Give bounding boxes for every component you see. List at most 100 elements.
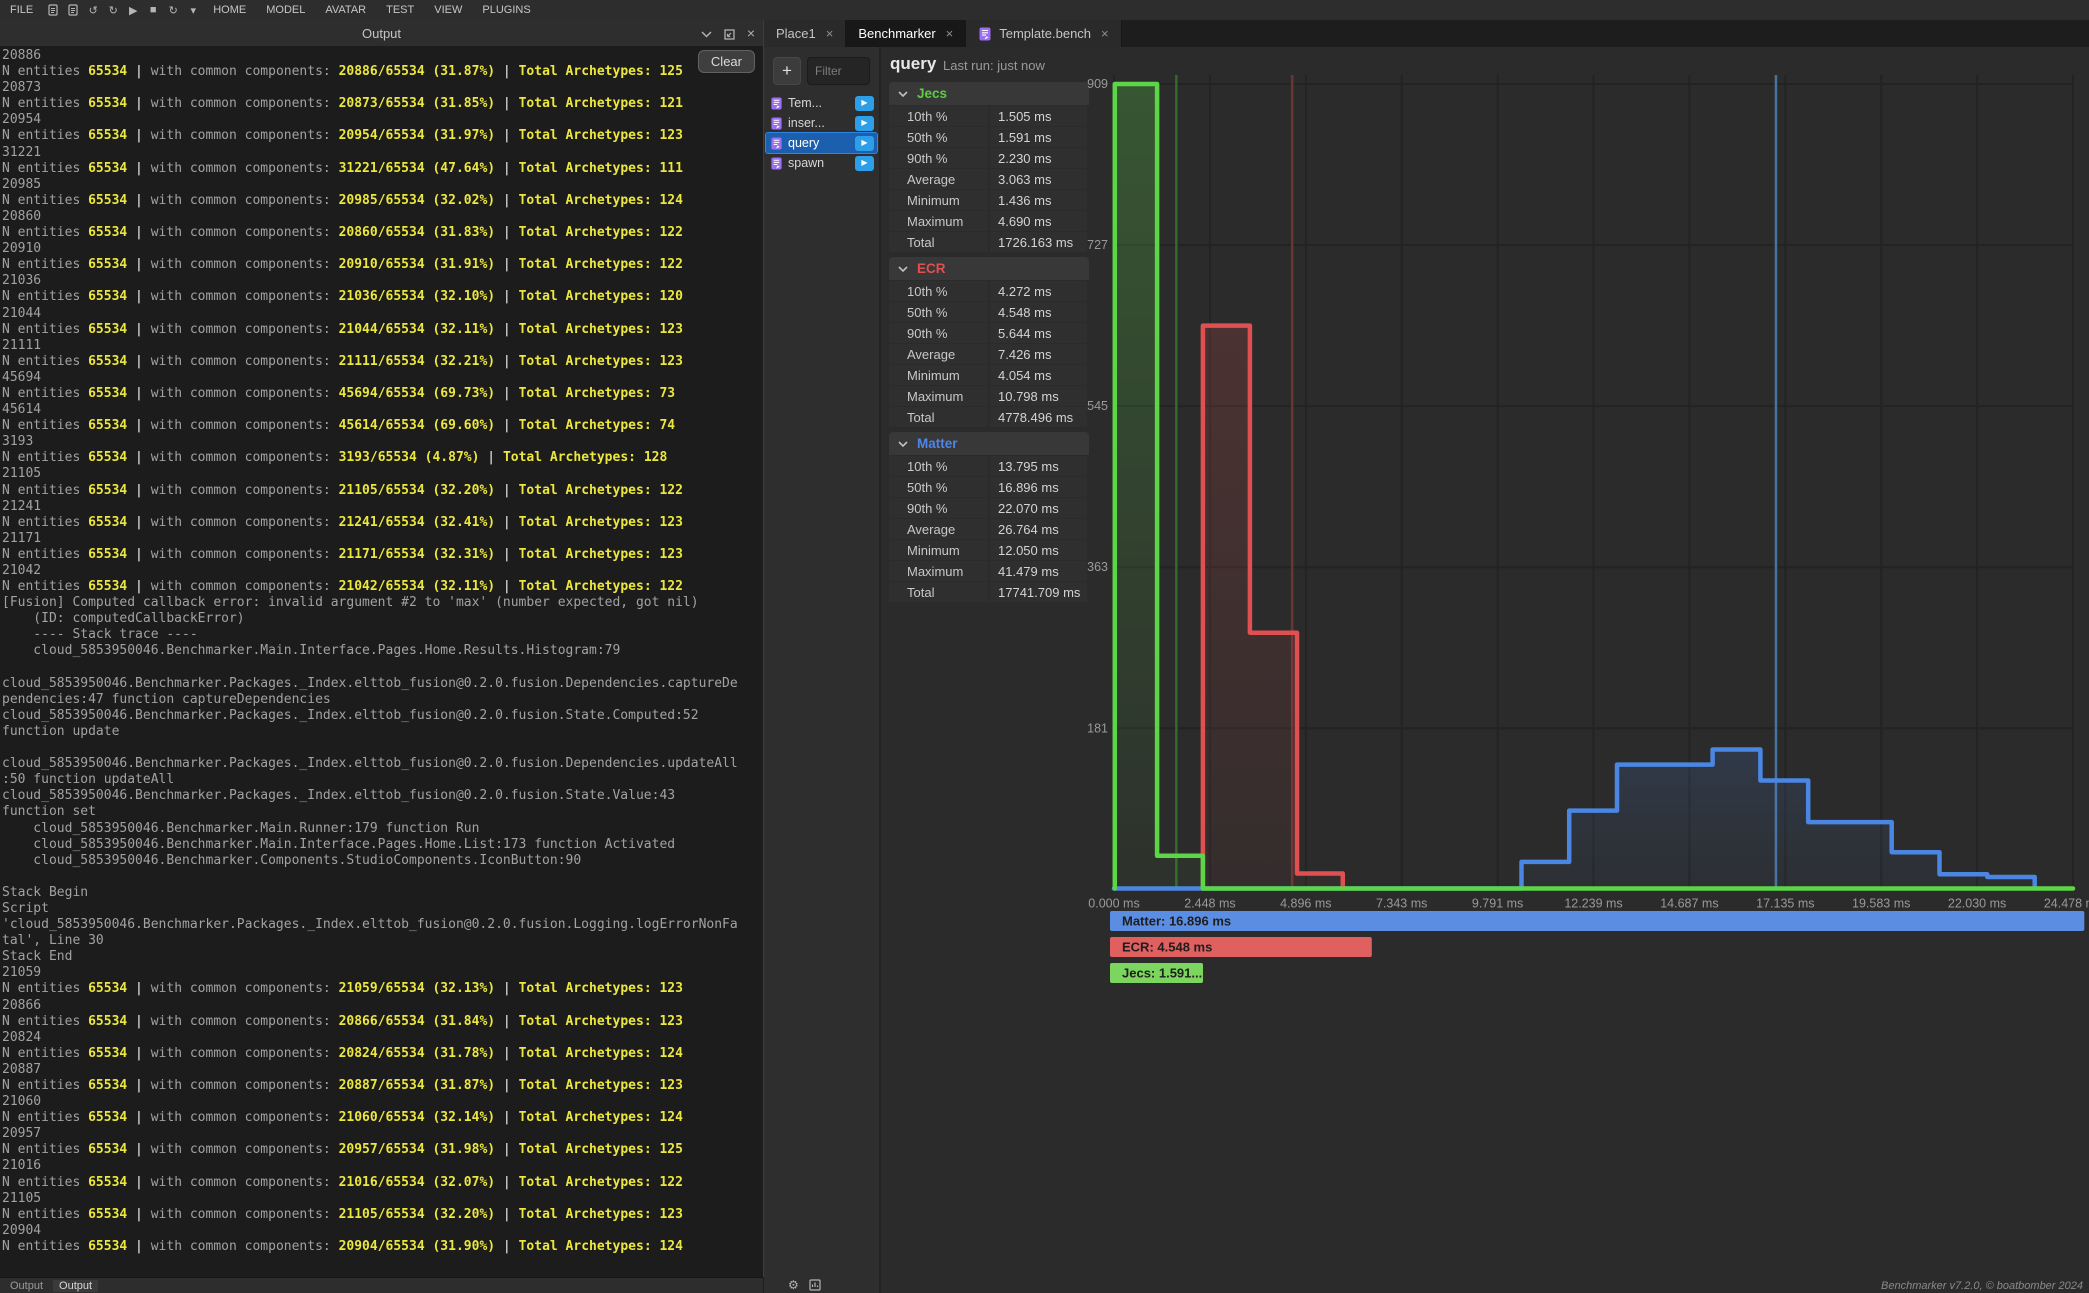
menu-home[interactable]: HOME <box>203 4 256 16</box>
clear-button[interactable]: Clear <box>698 50 755 73</box>
separator: | <box>127 225 150 240</box>
report-icon[interactable] <box>809 1278 821 1292</box>
copy-icon[interactable] <box>43 4 63 16</box>
console-line: cloud_5853950046.Benchmarker.Main.Interf… <box>2 837 763 853</box>
close-icon[interactable]: × <box>747 25 755 41</box>
stop-icon[interactable]: ■ <box>143 4 163 16</box>
run-benchmark-button[interactable]: ▶ <box>855 136 874 151</box>
stats-group-header-ecr[interactable]: ECR <box>889 257 1089 280</box>
console-line: (ID: computedCallbackError) <box>2 611 763 627</box>
stats-group-header-matter[interactable]: Matter <box>889 432 1089 455</box>
entity-count: 65534 <box>88 1175 127 1190</box>
run-benchmark-button[interactable]: ▶ <box>855 116 874 131</box>
dock-icon[interactable] <box>724 26 735 41</box>
menu-avatar[interactable]: AVATAR <box>315 4 376 16</box>
collapse-chevron-icon[interactable] <box>701 26 712 41</box>
stat-row: 10th %4.272 ms <box>889 281 1089 301</box>
undo-icon[interactable]: ↺ <box>83 4 103 17</box>
console-text: with common components: <box>151 64 339 79</box>
console-text: N entities <box>2 193 88 208</box>
run-benchmark-button[interactable]: ▶ <box>855 156 874 171</box>
common-components-value: 21105/65534 (32.20%) <box>339 1207 496 1222</box>
console-text: 20985 <box>2 177 41 192</box>
separator: | <box>495 1046 518 1061</box>
menu-test[interactable]: TEST <box>376 4 424 16</box>
run-benchmark-button[interactable]: ▶ <box>855 96 874 111</box>
benchmark-item-query[interactable]: query▶ <box>766 133 877 153</box>
stat-value: 4778.496 ms <box>990 407 1087 427</box>
y-axis-label: 181 <box>1087 721 1108 735</box>
menu-plugins[interactable]: PLUGINS <box>472 4 540 16</box>
benchmark-item-label: spawn <box>788 156 824 170</box>
common-components-value: 20904/65534 (31.90%) <box>339 1239 496 1254</box>
console-line: N entities 65534 | with common component… <box>2 225 763 241</box>
benchmark-item-Tem[interactable]: Tem...▶ <box>766 93 877 113</box>
menubar: FILE ↺↻▶■↻▾ HOMEMODELAVATARTESTVIEWPLUGI… <box>0 0 2089 21</box>
console-line: N entities 65534 | with common component… <box>2 386 763 402</box>
archetypes-value: Total Archetypes: 122 <box>519 579 683 594</box>
common-components-value: 21016/65534 (32.07%) <box>339 1175 496 1190</box>
separator: | <box>495 386 518 401</box>
console-text: N entities <box>2 354 88 369</box>
entity-count: 65534 <box>88 1014 127 1029</box>
tab-place1[interactable]: Place1× <box>764 20 846 47</box>
reset-icon[interactable]: ↻ <box>163 4 183 17</box>
console-line: 45694 <box>2 370 763 386</box>
console-line: N entities 65534 | with common component… <box>2 193 763 209</box>
console-text: with common components: <box>151 193 339 208</box>
filter-input[interactable] <box>807 57 870 85</box>
separator: | <box>495 418 518 433</box>
console-line: 20886 <box>2 48 763 64</box>
x-axis-label: 22.030 ms <box>1948 897 2006 911</box>
stats-tables: Jecs10th %1.505 ms50th %1.591 ms90th %2.… <box>889 82 1089 607</box>
console-text: 45614 <box>2 402 41 417</box>
x-axis-label: 19.583 ms <box>1852 897 1910 911</box>
tab-close-icon[interactable]: × <box>826 26 834 41</box>
y-axis-label: 545 <box>1087 399 1108 413</box>
benchmark-item-spawn[interactable]: spawn ▶ <box>766 153 877 173</box>
console-line: 20957 <box>2 1126 763 1142</box>
play-icon[interactable]: ▶ <box>123 4 143 17</box>
stat-label: Total <box>889 407 988 427</box>
entity-count: 65534 <box>88 579 127 594</box>
dock-tab-output[interactable]: Output <box>4 1280 49 1292</box>
dock-tab-output[interactable]: Output <box>53 1280 98 1292</box>
separator: | <box>127 1046 150 1061</box>
stat-row: 90th %22.070 ms <box>889 498 1089 518</box>
paste-icon[interactable] <box>63 4 83 16</box>
console-line <box>2 869 763 885</box>
gear-icon[interactable]: ⚙ <box>788 1278 799 1292</box>
tab-close-icon[interactable]: × <box>946 26 954 41</box>
console-line: N entities 65534 | with common component… <box>2 1014 763 1030</box>
menu-model[interactable]: MODEL <box>256 4 315 16</box>
console-line: 21111 <box>2 338 763 354</box>
tab-benchmarker[interactable]: Benchmarker× <box>846 20 966 47</box>
tab-close-icon[interactable]: × <box>1101 26 1109 41</box>
console-line: 31221 <box>2 145 763 161</box>
separator: | <box>127 128 150 143</box>
console-text: 21036 <box>2 273 41 288</box>
menu-view[interactable]: VIEW <box>424 4 472 16</box>
common-components-value: 45614/65534 (69.60%) <box>339 418 496 433</box>
add-benchmark-button[interactable]: + <box>773 57 801 85</box>
console-line: N entities 65534 | with common component… <box>2 1046 763 1062</box>
console-text: with common components: <box>151 96 339 111</box>
legend-label: Jecs: 1.591... <box>1122 966 1202 981</box>
menu-file[interactable]: FILE <box>0 4 43 16</box>
separator: | <box>127 1078 150 1093</box>
console-line: 45614 <box>2 402 763 418</box>
console-line: cloud_5853950046.Benchmarker.Components.… <box>2 853 763 869</box>
separator: | <box>495 257 518 272</box>
benchmark-item-inser[interactable]: inser...▶ <box>766 113 877 133</box>
redo-icon[interactable]: ↻ <box>103 4 123 17</box>
dropdown-caret-icon[interactable]: ▾ <box>183 4 203 17</box>
stats-group-header-jecs[interactable]: Jecs <box>889 82 1089 105</box>
stat-label: Minimum <box>889 540 988 560</box>
separator: | <box>495 64 518 79</box>
output-console[interactable]: 20886 N entities 65534 | with common comp… <box>0 46 763 1277</box>
separator: | <box>127 257 150 272</box>
console-line: Stack End <box>2 949 763 965</box>
console-text: N entities <box>2 418 88 433</box>
tab-template-bench[interactable]: Template.bench× <box>966 20 1121 47</box>
console-text: with common components: <box>151 579 339 594</box>
